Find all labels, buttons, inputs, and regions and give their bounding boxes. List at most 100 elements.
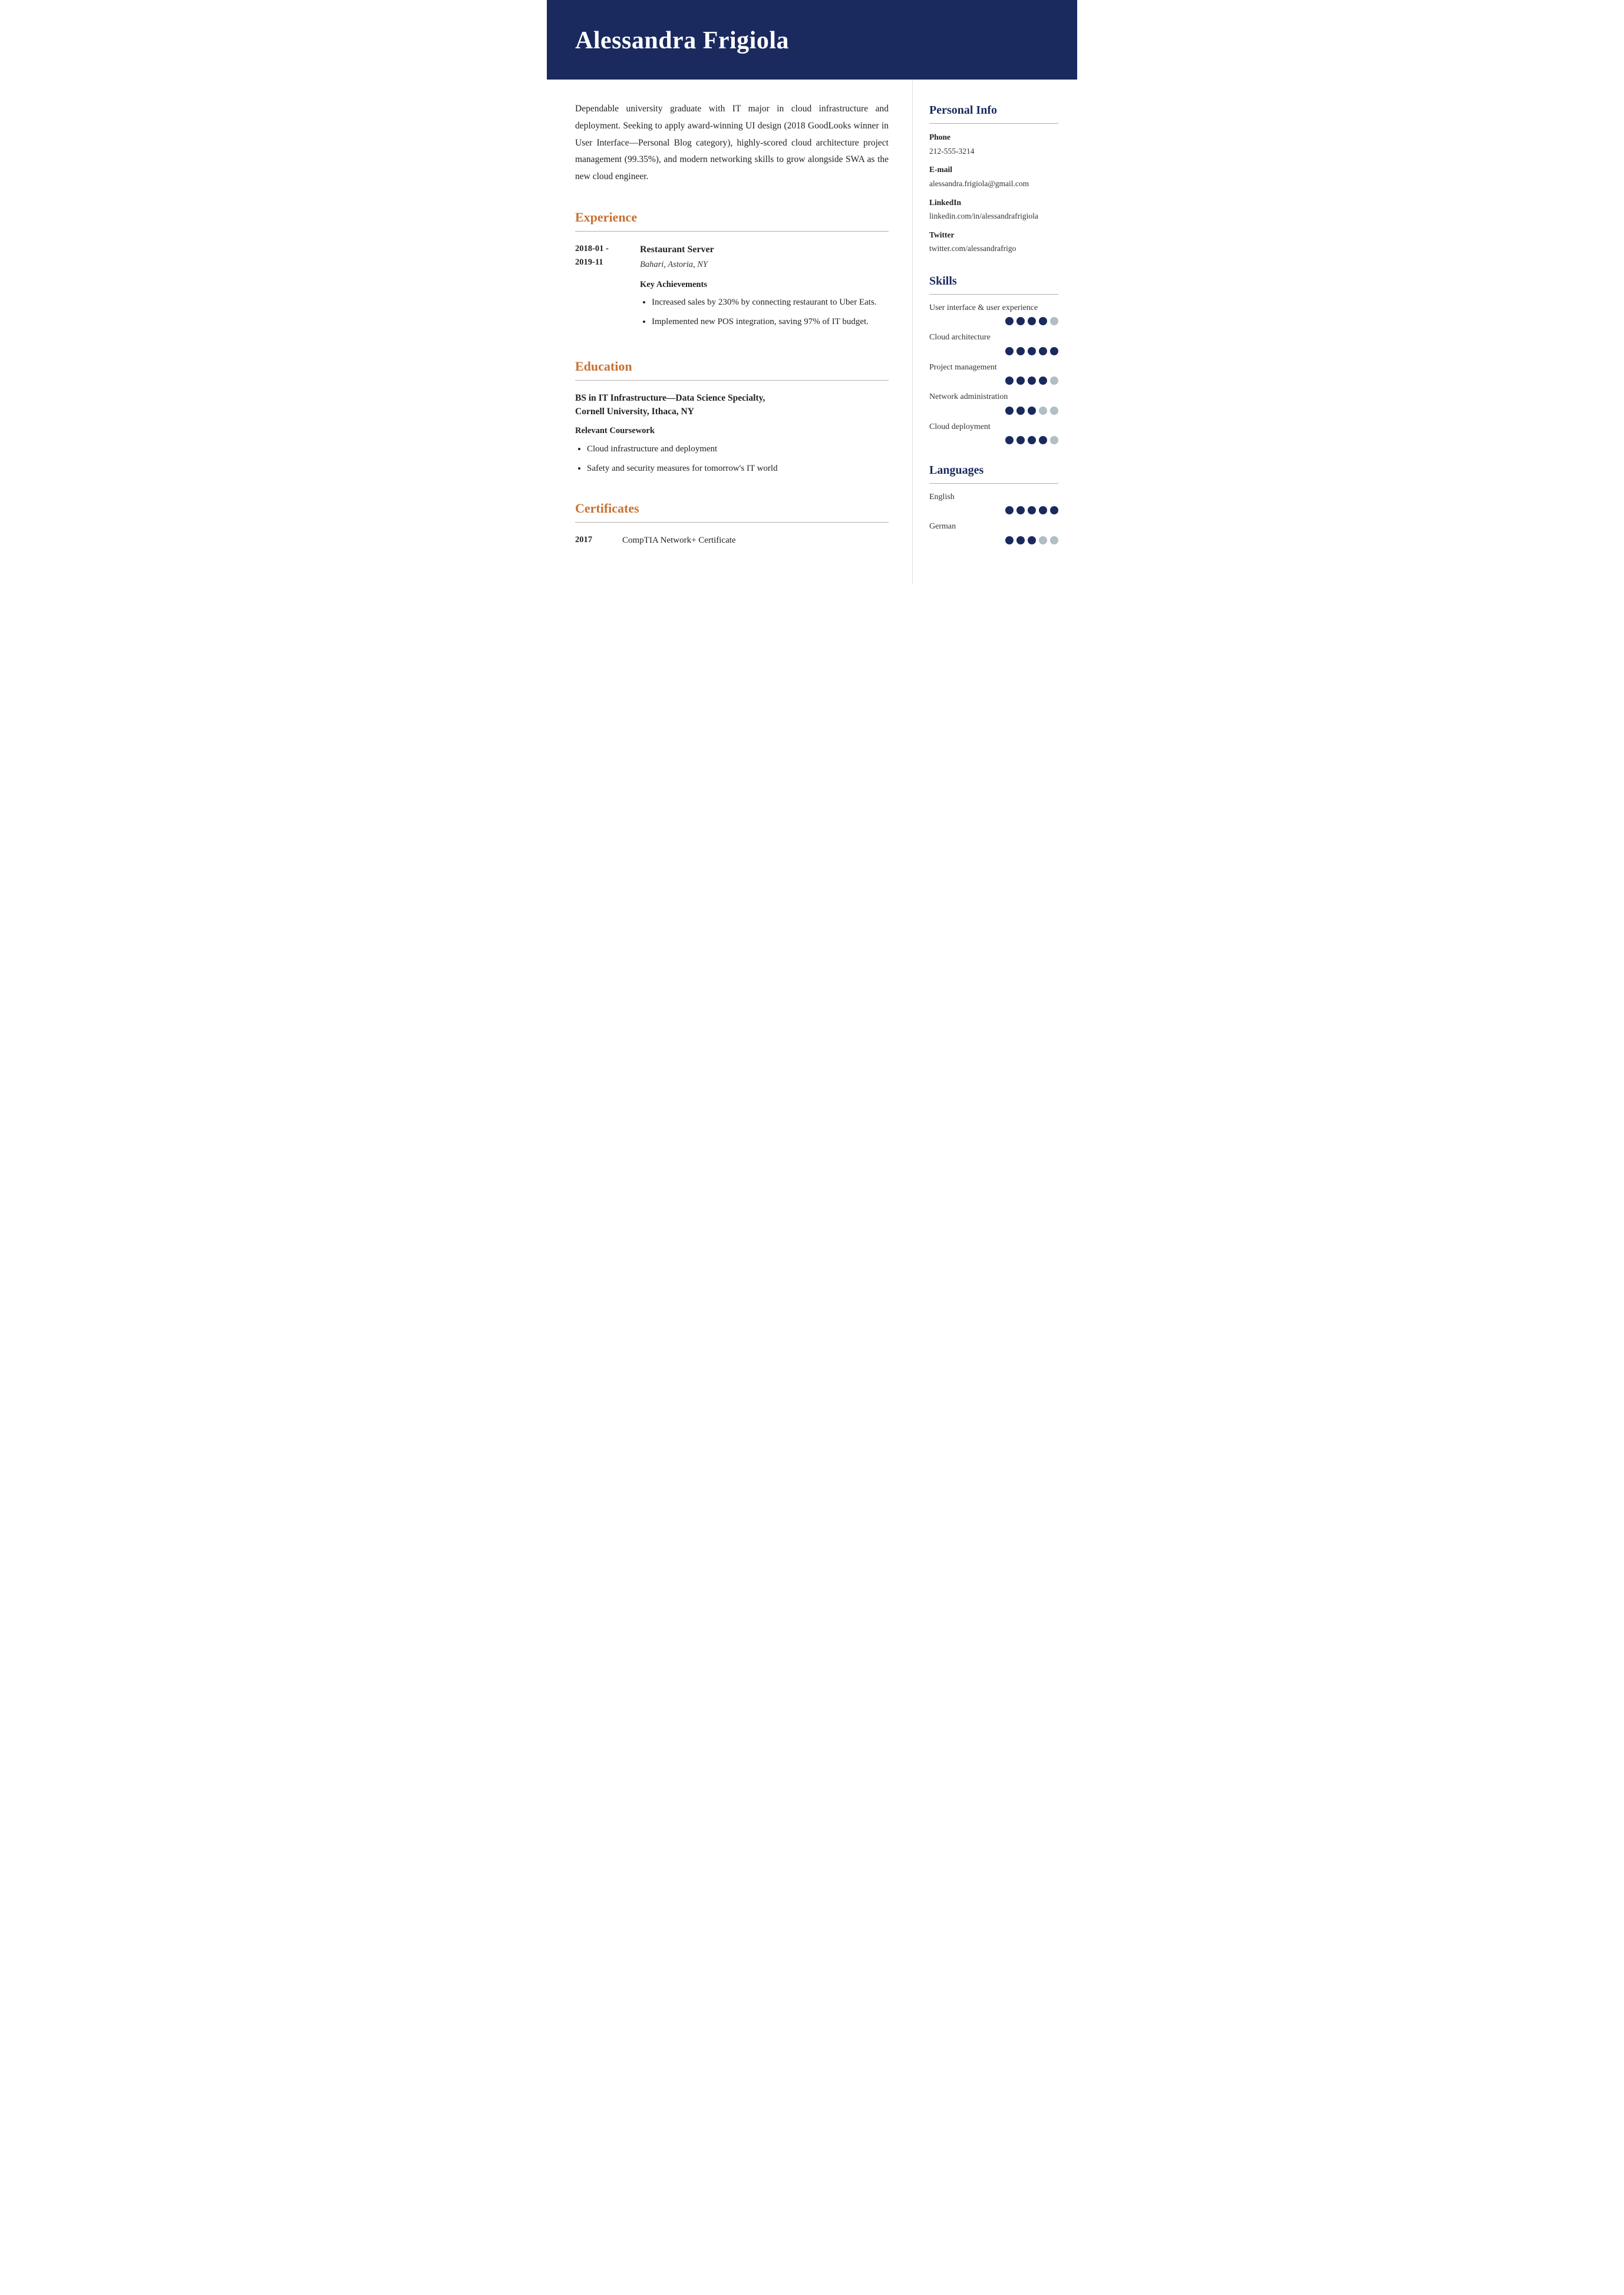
skill-dots [929,347,1058,355]
dot-filled [1028,436,1036,444]
skill-dots [929,317,1058,325]
dot-filled [1005,377,1014,385]
skill-dots [929,436,1058,444]
skill-name: Project management [929,361,1058,374]
language-name: English [929,491,1058,504]
skill-item: Cloud architecture [929,331,1058,355]
skill-name: Network administration [929,391,1058,404]
dot-filled [1039,347,1047,355]
dot-filled [1016,407,1025,415]
dot-filled [1039,317,1047,325]
language-dots [929,536,1058,544]
achievement-1: Increased sales by 230% by connecting re… [652,295,889,311]
dot-empty [1039,536,1047,544]
experience-section: Experience 2018-01 - 2019-11 Restaurant … [575,207,889,335]
email-value: alessandra.frigiola@gmail.com [929,177,1058,190]
cert-year: 2017 [575,533,610,547]
resume: Alessandra Frigiola Dependable universit… [547,0,1077,592]
exp-company: Bahari, Astoria, NY [640,258,889,272]
language-name: German [929,520,1058,533]
certificates-section: Certificates 2017 CompTIA Network+ Certi… [575,498,889,547]
coursework-label: Relevant Coursework [575,424,889,438]
education-title: Education [575,356,889,377]
skill-item: User interface & user experience [929,302,1058,325]
dot-filled [1039,506,1047,514]
personal-info-divider [929,123,1058,124]
dot-filled [1016,377,1025,385]
cert-name: CompTIA Network+ Certificate [622,533,736,547]
dot-filled [1005,536,1014,544]
dot-filled [1016,436,1025,444]
twitter-label: Twitter [929,229,1058,242]
edu-degree: BS in IT Infrastructure—Data Science Spe… [575,391,889,419]
linkedin-value: linkedin.com/in/alessandrafrigiola [929,210,1058,223]
skill-dots [929,407,1058,415]
languages-title: Languages [929,461,1058,480]
certificates-divider [575,522,889,523]
dot-filled [1039,436,1047,444]
dot-filled [1028,317,1036,325]
candidate-name: Alessandra Frigiola [575,21,1049,61]
skills-container: User interface & user experience Cloud ar… [929,302,1058,444]
skills-title: Skills [929,272,1058,290]
languages-container: English German [929,491,1058,544]
dot-filled [1050,506,1058,514]
dot-filled [1005,436,1014,444]
certificates-title: Certificates [575,498,889,519]
dot-filled [1016,506,1025,514]
exp-job-title: Restaurant Server [640,242,889,257]
skill-name: User interface & user experience [929,302,1058,315]
education-detail: BS in IT Infrastructure—Data Science Spe… [575,391,889,477]
education-divider [575,380,889,381]
skills-section: Skills User interface & user experience C… [929,272,1058,444]
phone-label: Phone [929,131,1058,144]
coursework-list: Cloud infrastructure and deployment Safe… [575,442,889,477]
dot-filled [1028,377,1036,385]
dot-filled [1005,317,1014,325]
dot-empty [1050,317,1058,325]
linkedin-label: LinkedIn [929,196,1058,209]
header: Alessandra Frigiola [547,0,1077,80]
twitter-value: twitter.com/alessandrafrigo [929,242,1058,255]
main-content: Dependable university graduate with IT m… [547,80,912,592]
coursework-1: Cloud infrastructure and deployment [587,442,889,457]
exp-date-start: 2018-01 - [575,242,640,256]
skill-item: Network administration [929,391,1058,414]
personal-info-section: Personal Info Phone 212-555-3214 E-mail … [929,101,1058,255]
languages-divider [929,483,1058,484]
dot-empty [1050,377,1058,385]
skill-name: Cloud deployment [929,421,1058,434]
dot-empty [1050,407,1058,415]
dot-filled [1016,347,1025,355]
sidebar: Personal Info Phone 212-555-3214 E-mail … [912,80,1077,584]
dot-filled [1028,407,1036,415]
dot-filled [1028,347,1036,355]
experience-detail: Restaurant Server Bahari, Astoria, NY Ke… [640,242,889,335]
dot-filled [1005,347,1014,355]
dot-empty [1050,436,1058,444]
skill-name: Cloud architecture [929,331,1058,344]
dot-filled [1016,317,1025,325]
dot-filled [1039,377,1047,385]
body-layout: Dependable university graduate with IT m… [547,80,1077,592]
dot-filled [1005,506,1014,514]
skill-item: Cloud deployment [929,421,1058,444]
language-item: English [929,491,1058,514]
phone-value: 212-555-3214 [929,145,1058,158]
skill-item: Project management [929,361,1058,385]
language-dots [929,506,1058,514]
certificate-entry: 2017 CompTIA Network+ Certificate [575,533,889,547]
experience-dates: 2018-01 - 2019-11 [575,242,640,335]
key-achievements-label: Key Achievements [640,278,889,292]
dot-filled [1050,347,1058,355]
coursework-2: Safety and security measures for tomorro… [587,461,889,477]
experience-divider [575,231,889,232]
achievements-list: Increased sales by 230% by connecting re… [640,295,889,330]
experience-title: Experience [575,207,889,227]
skill-dots [929,377,1058,385]
dot-empty [1039,407,1047,415]
dot-filled [1005,407,1014,415]
dot-filled [1028,536,1036,544]
dot-filled [1016,536,1025,544]
email-label: E-mail [929,163,1058,176]
